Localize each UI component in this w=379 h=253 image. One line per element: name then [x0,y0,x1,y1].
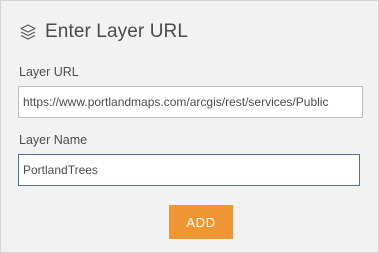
layers-icon [19,23,37,41]
panel-header: Enter Layer URL [19,17,188,47]
layer-url-label: Layer URL [19,65,79,79]
layer-name-input[interactable] [18,154,360,186]
enter-layer-url-panel: Enter Layer URL Layer URL Layer Name ADD [0,0,379,253]
add-button[interactable]: ADD [169,205,233,239]
panel-title: Enter Layer URL [45,21,189,42]
layer-url-input[interactable] [18,86,363,118]
layer-name-label: Layer Name [19,133,88,147]
